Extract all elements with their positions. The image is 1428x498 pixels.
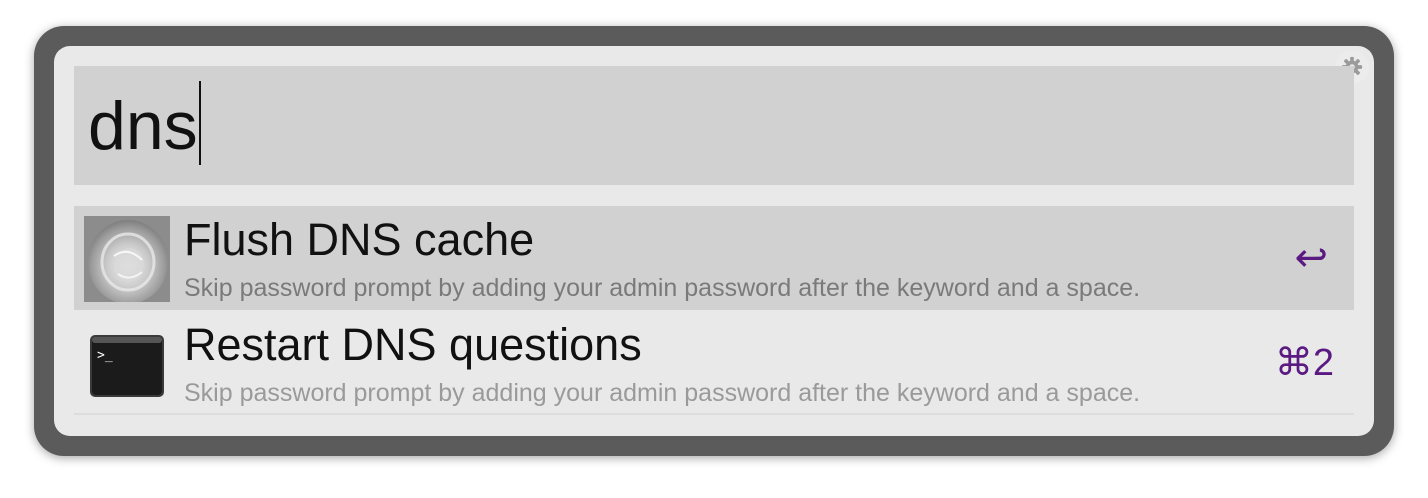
result-item-restart-dns-questions[interactable]: >_ Restart DNS questions Skip password p… (74, 311, 1354, 415)
result-title: Restart DNS questions (184, 319, 642, 370)
result-title: Flush DNS cache (184, 214, 535, 265)
text-caret (198, 81, 201, 165)
command-2-shortcut: ⌘2 (1274, 342, 1334, 384)
result-subtitle: Skip password prompt by adding your admi… (184, 274, 1141, 302)
search-input[interactable]: dns (74, 66, 1354, 185)
launcher-panel: dns Flush DNS cache Skip password prompt… (54, 46, 1374, 436)
search-query-text: dns (88, 88, 198, 164)
terminal-icon: >_ (84, 321, 170, 407)
toilet-flush-photo-icon (84, 216, 170, 304)
return-key-shortcut: ↩ (1294, 236, 1328, 280)
result-item-flush-dns-cache[interactable]: Flush DNS cache Skip password prompt by … (74, 206, 1354, 310)
result-subtitle: Skip password prompt by adding your admi… (184, 379, 1141, 407)
launcher-window: dns Flush DNS cache Skip password prompt… (34, 26, 1394, 456)
svg-text:>_: >_ (97, 348, 113, 363)
